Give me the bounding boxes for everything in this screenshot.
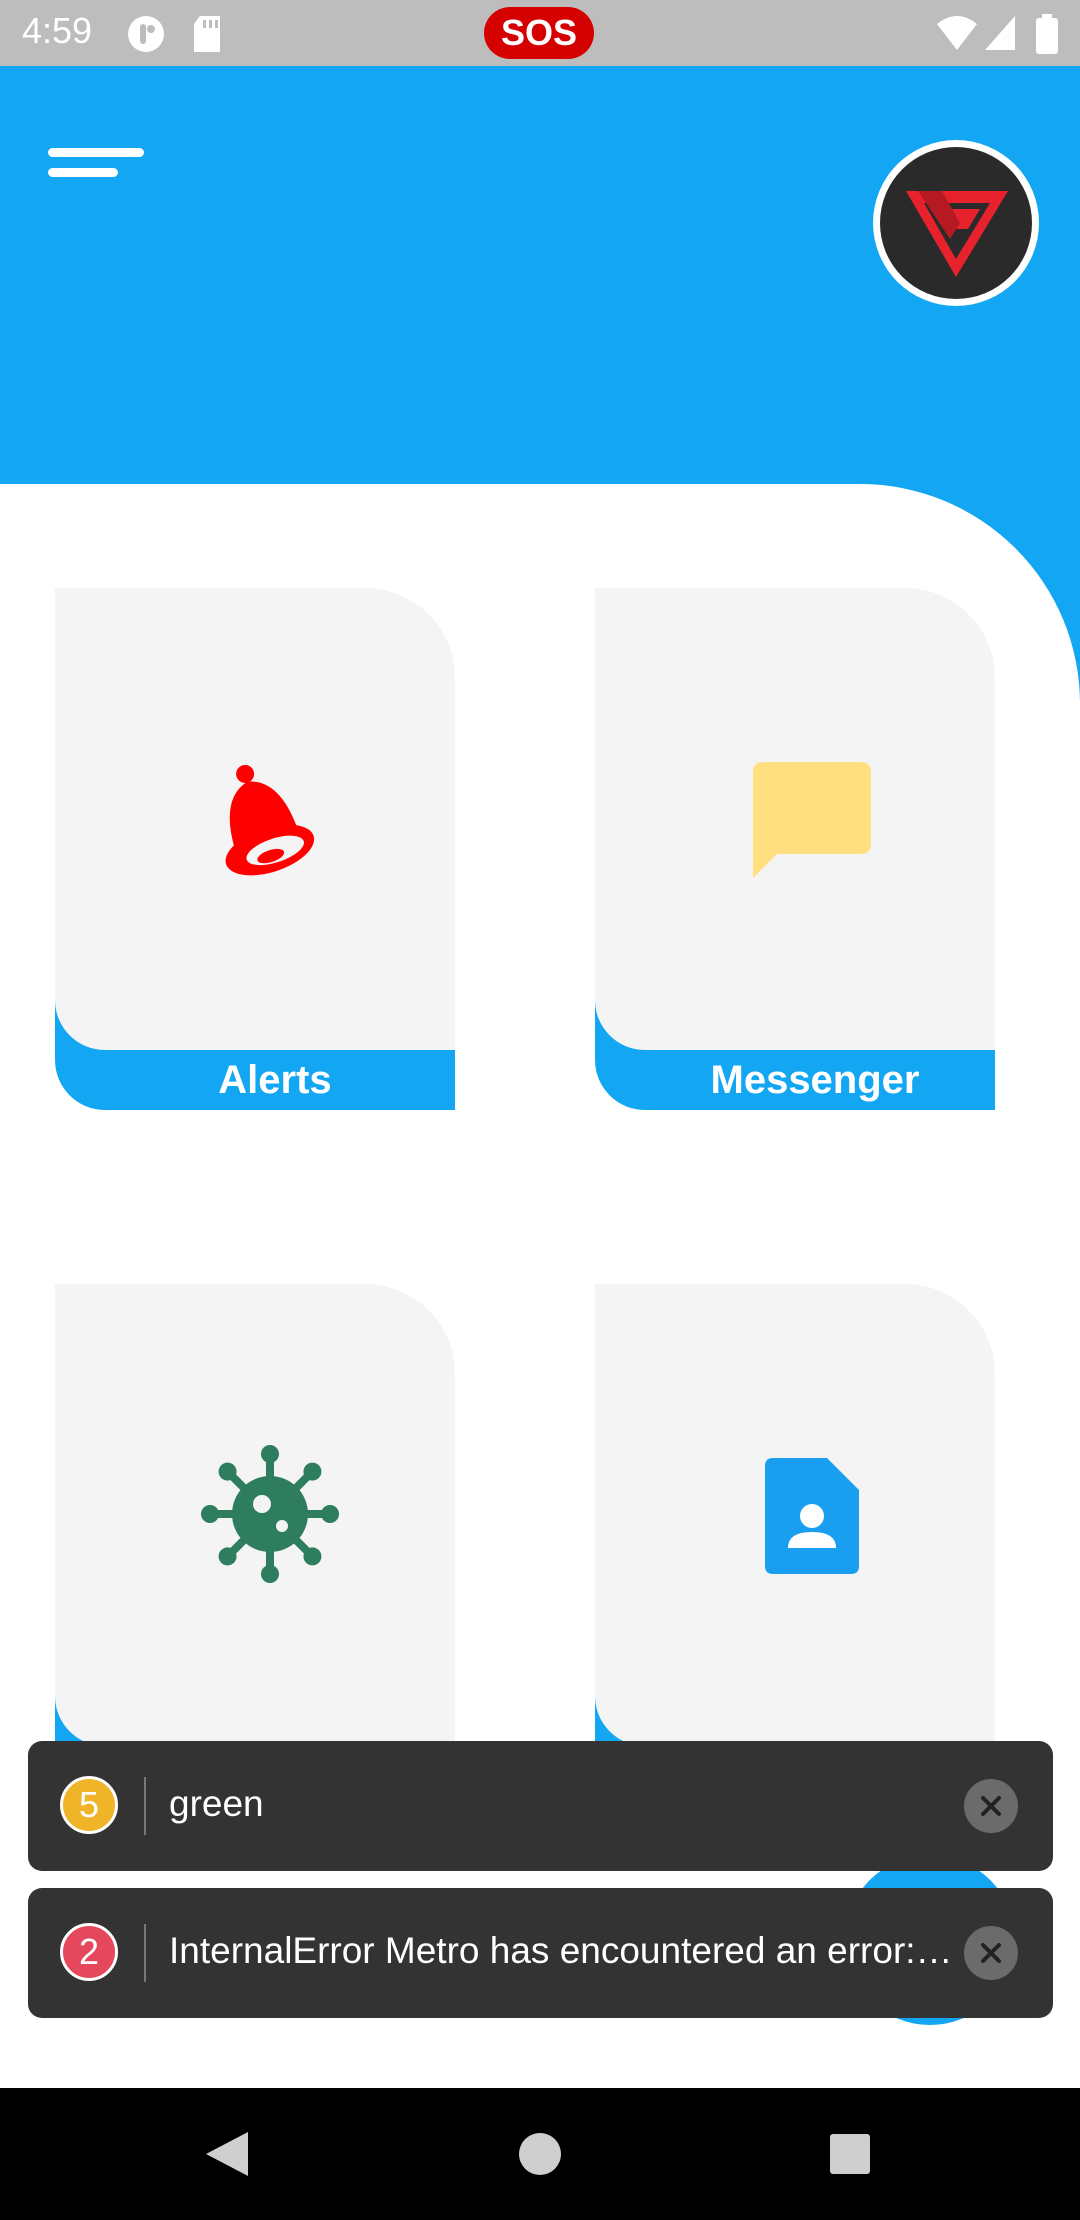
toast-divider [144,1777,146,1835]
nav-back-button[interactable] [168,2088,288,2220]
tile-messenger[interactable]: Messenger [595,588,995,1110]
wifi-icon [937,16,977,50]
nav-home-button[interactable] [480,2088,600,2220]
status-bar: 4:59 SOS [0,0,1080,66]
menu-button[interactable] [48,148,148,192]
chat-bubble-icon [753,762,871,878]
nav-recents-button[interactable] [790,2088,910,2220]
toast-notification[interactable]: 2 InternalError Metro has encountered an… [28,1888,1053,2018]
battery-icon [1036,14,1058,54]
recents-square-icon [830,2134,870,2174]
sos-indicator: SOS [484,7,594,59]
close-icon [981,1796,1001,1816]
tile-alerts[interactable]: Alerts [55,588,455,1110]
close-icon [981,1943,1001,1963]
tile-label: Alerts [218,1058,332,1102]
toast-notification[interactable]: 5 green [28,1741,1053,1871]
bell-icon [225,764,315,876]
tile-label: Messenger [710,1058,920,1102]
contact-file-icon [765,1458,859,1574]
app-screen: 4:59 SOS Alerts Messenger 5 green 2 Inte… [0,0,1080,2220]
tile-contacts[interactable] [595,1284,995,1806]
cell-signal-icon [985,16,1015,50]
toast-count-badge: 5 [60,1776,118,1834]
home-circle-icon [519,2133,561,2175]
toast-message: green [169,1783,264,1824]
notification-app-icon [128,16,164,52]
menu-icon-line [48,168,118,177]
profile-avatar[interactable] [873,140,1039,306]
brand-logo-icon [906,191,1008,277]
app-header [0,66,1080,486]
tile-virus[interactable] [55,1284,455,1806]
system-nav-bar [0,2088,1080,2220]
back-triangle-icon [206,2132,248,2176]
toast-divider [144,1924,146,1982]
status-time: 4:59 [22,10,93,51]
menu-icon-line [48,148,144,157]
toast-message: InternalError Metro has encountered an e… [169,1930,959,1971]
toast-close-button[interactable] [964,1926,1018,1980]
virus-icon [201,1445,339,1583]
avatar-logo [880,147,1032,299]
sd-card-icon [194,16,220,52]
toast-close-button[interactable] [964,1779,1018,1833]
toast-count-badge: 2 [60,1923,118,1981]
